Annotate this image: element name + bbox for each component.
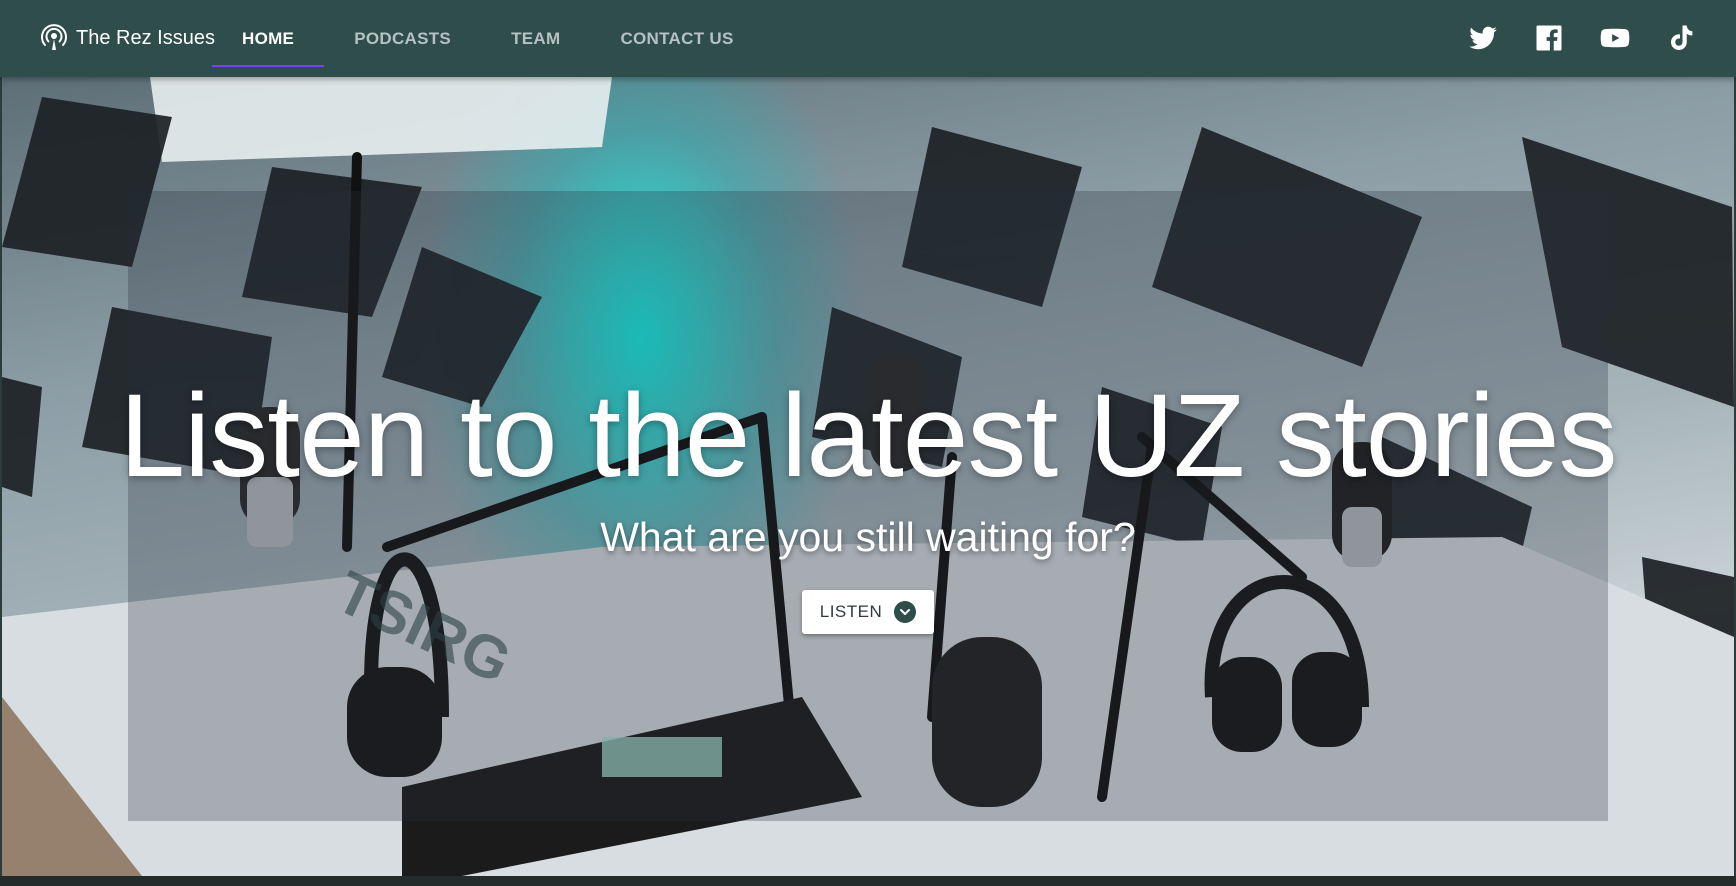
social-links: [1432, 18, 1696, 58]
chevron-down-icon: [894, 601, 917, 623]
twitter-link[interactable]: [1468, 23, 1498, 53]
brand-link[interactable]: The Rez Issues: [40, 23, 215, 53]
hero-section: TSIRG Listen to the latest UZ stories Wh…: [2, 77, 1734, 876]
facebook-icon: [1536, 25, 1562, 51]
podcast-icon: [41, 24, 67, 50]
brand-title: The Rez Issues: [76, 26, 215, 49]
hero-title: Listen to the latest UZ stories: [119, 370, 1617, 502]
nav-podcasts[interactable]: PODCASTS: [324, 0, 481, 77]
main-nav: HOME PODCASTS TEAM CONTACT US: [212, 0, 764, 77]
listen-button-label: LISTEN: [819, 602, 883, 621]
hero-overlay-panel: [128, 191, 1608, 821]
tiktok-icon: [1671, 25, 1693, 51]
youtube-icon: [1600, 28, 1630, 48]
window-bottom-edge: [0, 876, 1736, 886]
nav-home[interactable]: HOME: [212, 0, 325, 77]
youtube-link[interactable]: [1600, 23, 1630, 53]
hero-subtitle: What are you still waiting for?: [600, 514, 1136, 560]
listen-button[interactable]: LISTEN: [802, 590, 934, 634]
nav-contact-us[interactable]: CONTACT US: [590, 0, 763, 77]
tiktok-link[interactable]: [1666, 23, 1696, 53]
twitter-icon: [1469, 26, 1497, 50]
facebook-link[interactable]: [1534, 23, 1564, 53]
nav-team[interactable]: TEAM: [481, 0, 590, 77]
top-navbar: The Rez Issues HOME PODCASTS TEAM CONTAC…: [0, 0, 1736, 77]
